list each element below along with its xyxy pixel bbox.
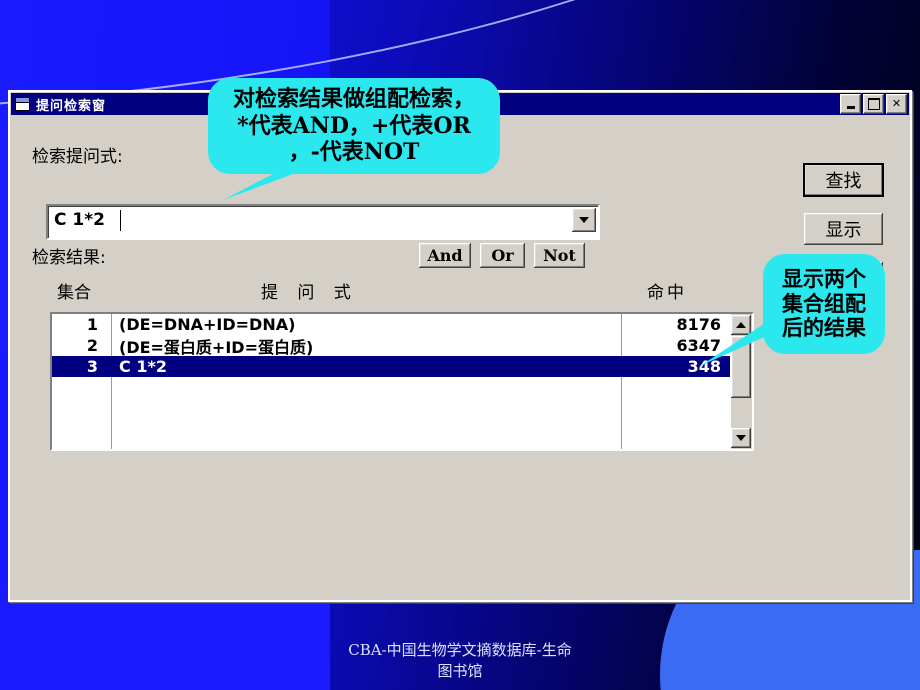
- cell-expression: C 1*2: [119, 357, 167, 376]
- query-input-value[interactable]: C 1*2: [54, 210, 105, 230]
- close-button[interactable]: ✕: [886, 94, 907, 114]
- scroll-down-icon[interactable]: [731, 428, 751, 448]
- chevron-down-icon[interactable]: [572, 208, 596, 232]
- text-caret: [120, 210, 121, 231]
- search-results-label: 检索结果:: [32, 248, 106, 268]
- column-header-set: 集合: [57, 283, 91, 303]
- window-icon: [15, 97, 30, 111]
- query-combobox[interactable]: C 1*2: [46, 204, 600, 240]
- table-row[interactable]: 1 (DE=DNA+ID=DNA) 8176: [52, 314, 730, 335]
- query-syntax-callout: 对检索结果做组配检索， *代表AND，+代表OR ，-代表NOT: [208, 78, 500, 174]
- table-row[interactable]: 3C 1*2 348: [52, 356, 730, 377]
- show-button[interactable]: 显示: [804, 213, 883, 245]
- cell-set: 1: [86, 315, 98, 334]
- cell-set: 2: [86, 336, 98, 355]
- scrollbar-track[interactable]: [731, 398, 751, 427]
- slide-footer: CBA-中国生物学文摘数据库-生命 图书馆: [348, 641, 572, 680]
- results-list-inner: 1 (DE=DNA+ID=DNA) 8176 2 (DE=蛋白质+ID=蛋白质) 6347…: [52, 314, 730, 449]
- result-explain-callout: 显示两个 集合组配 后的结果: [763, 254, 885, 354]
- results-rows: 1 (DE=DNA+ID=DNA) 8176 2 (DE=蛋白质+ID=蛋白质) 6347…: [52, 314, 730, 377]
- window-button-group: ✕: [840, 94, 907, 114]
- column-header-hits: 命中: [647, 283, 687, 303]
- or-button[interactable]: Or: [480, 243, 525, 268]
- table-row[interactable]: 2 (DE=蛋白质+ID=蛋白质) 6347: [52, 335, 730, 357]
- cell-expression: (DE=DNA+ID=DNA): [119, 315, 296, 334]
- results-listbox[interactable]: 1 (DE=DNA+ID=DNA) 8176 2 (DE=蛋白质+ID=蛋白质) 6347…: [50, 312, 754, 451]
- cell-expression: (DE=蛋白质+ID=蛋白质): [119, 337, 314, 357]
- query-syntax-callout-text: 对检索结果做组配检索， *代表AND，+代表OR ，-代表NOT: [232, 85, 475, 166]
- not-button[interactable]: Not: [534, 243, 585, 268]
- minimize-button[interactable]: [840, 94, 861, 114]
- window-title: 提问检索窗: [36, 98, 107, 114]
- query-expression-label: 检索提问式:: [32, 147, 123, 167]
- result-explain-callout-text: 显示两个 集合组配 后的结果: [782, 265, 866, 341]
- find-button[interactable]: 查找: [803, 163, 884, 197]
- and-button[interactable]: And: [419, 243, 471, 268]
- column-header-expression: 提 问 式: [261, 283, 358, 303]
- maximize-button[interactable]: [863, 94, 884, 114]
- cell-set: 3: [86, 357, 98, 376]
